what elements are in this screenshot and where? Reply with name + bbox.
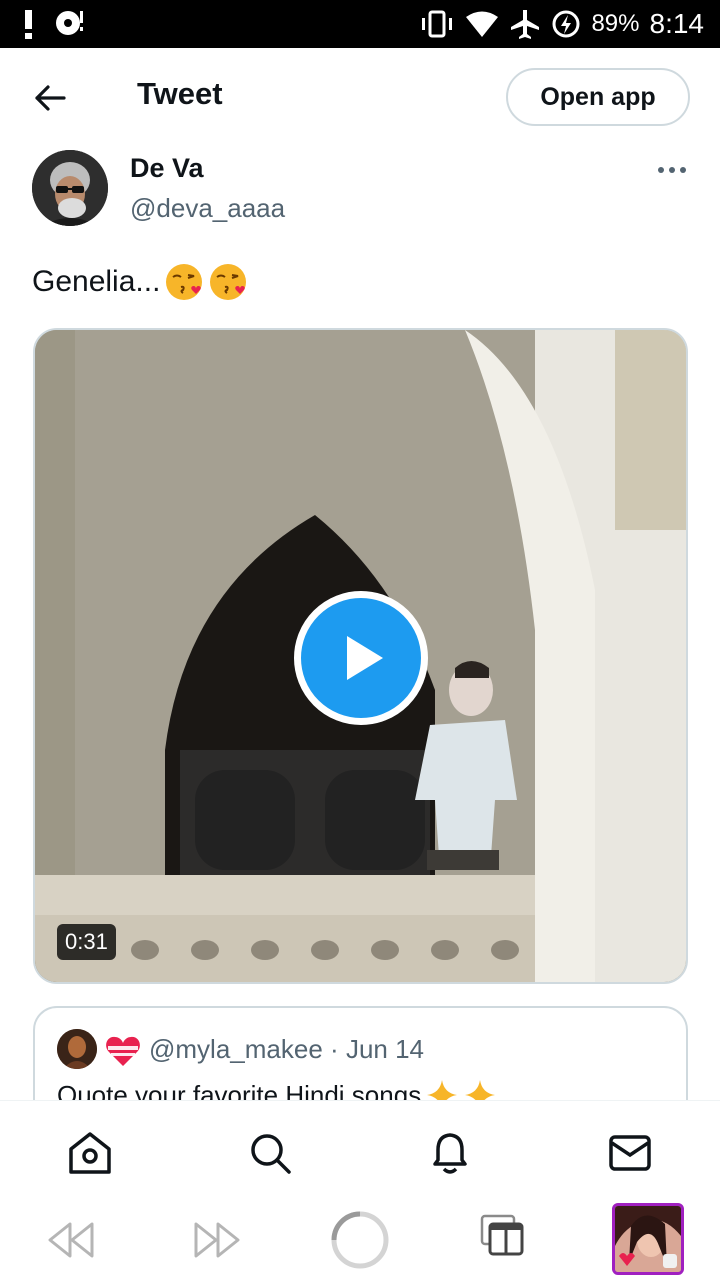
- rewind-icon: [48, 1222, 94, 1258]
- vibrate-icon: [419, 10, 455, 38]
- header: Tweet Open app: [0, 48, 720, 146]
- fast-forward-icon: [194, 1222, 240, 1258]
- quote-handle: @myla_makee: [149, 1034, 323, 1064]
- browser-toolbar: [0, 1200, 720, 1280]
- tweet-text: Genelia...: [32, 262, 248, 302]
- heart-badge-icon: [106, 1036, 140, 1066]
- tab-thumbnail[interactable]: [612, 1203, 684, 1275]
- wifi-icon: [465, 10, 499, 38]
- battery-percentage: 89%: [591, 10, 640, 37]
- tabs-icon: [480, 1214, 524, 1256]
- tab-messages[interactable]: [606, 1129, 654, 1177]
- quote-date: Jun 14: [345, 1034, 425, 1064]
- page-title: Tweet: [137, 76, 223, 111]
- notifications-icon: [433, 1133, 467, 1174]
- tweet-text-content: Genelia...: [32, 265, 161, 298]
- more-dot: [680, 167, 686, 173]
- tab-home[interactable]: [66, 1129, 114, 1177]
- quote-avatar: [57, 1029, 97, 1069]
- video-duration: 0:31: [57, 924, 116, 960]
- bottom-navigation: [0, 1100, 720, 1200]
- browser-forward-button[interactable]: [192, 1220, 242, 1260]
- browser-back-button[interactable]: [46, 1220, 96, 1260]
- more-dot: [669, 167, 675, 173]
- quote-separator: ·: [330, 1034, 339, 1064]
- arrow-left-icon: [35, 85, 66, 111]
- search-icon: [251, 1134, 291, 1174]
- clock: 8:14: [649, 8, 705, 39]
- airplane-icon: [509, 8, 541, 40]
- more-dot: [658, 167, 664, 173]
- browser-tabs-button[interactable]: [480, 1214, 526, 1256]
- kissing-face-emoji: [210, 264, 247, 300]
- home-icon: [69, 1132, 111, 1174]
- tab-notifications[interactable]: [426, 1129, 474, 1177]
- tweet-video[interactable]: 0:31: [33, 328, 688, 984]
- quote-meta: @myla_makee · Jun 14: [149, 1034, 424, 1065]
- back-button[interactable]: [28, 76, 72, 120]
- tab-thumbnail-image: [615, 1206, 681, 1272]
- kissing-face-emoji: [166, 264, 203, 300]
- play-button[interactable]: [294, 591, 428, 725]
- more-options-button[interactable]: [652, 158, 692, 182]
- browser-reload-button[interactable]: [330, 1210, 390, 1270]
- tab-search[interactable]: [246, 1129, 294, 1177]
- alert-icon: [24, 9, 34, 39]
- open-app-button[interactable]: Open app: [506, 68, 690, 126]
- battery-charging-icon: [551, 9, 581, 39]
- author-handle[interactable]: @deva_aaaa: [130, 193, 285, 224]
- play-icon: [347, 636, 383, 680]
- author-avatar[interactable]: [32, 150, 108, 226]
- status-bar: 89% 8:14: [0, 0, 720, 48]
- media-icon: [52, 9, 86, 39]
- messages-icon: [609, 1135, 651, 1171]
- loading-spinner-icon: [331, 1211, 389, 1269]
- author-name[interactable]: De Va: [130, 153, 204, 184]
